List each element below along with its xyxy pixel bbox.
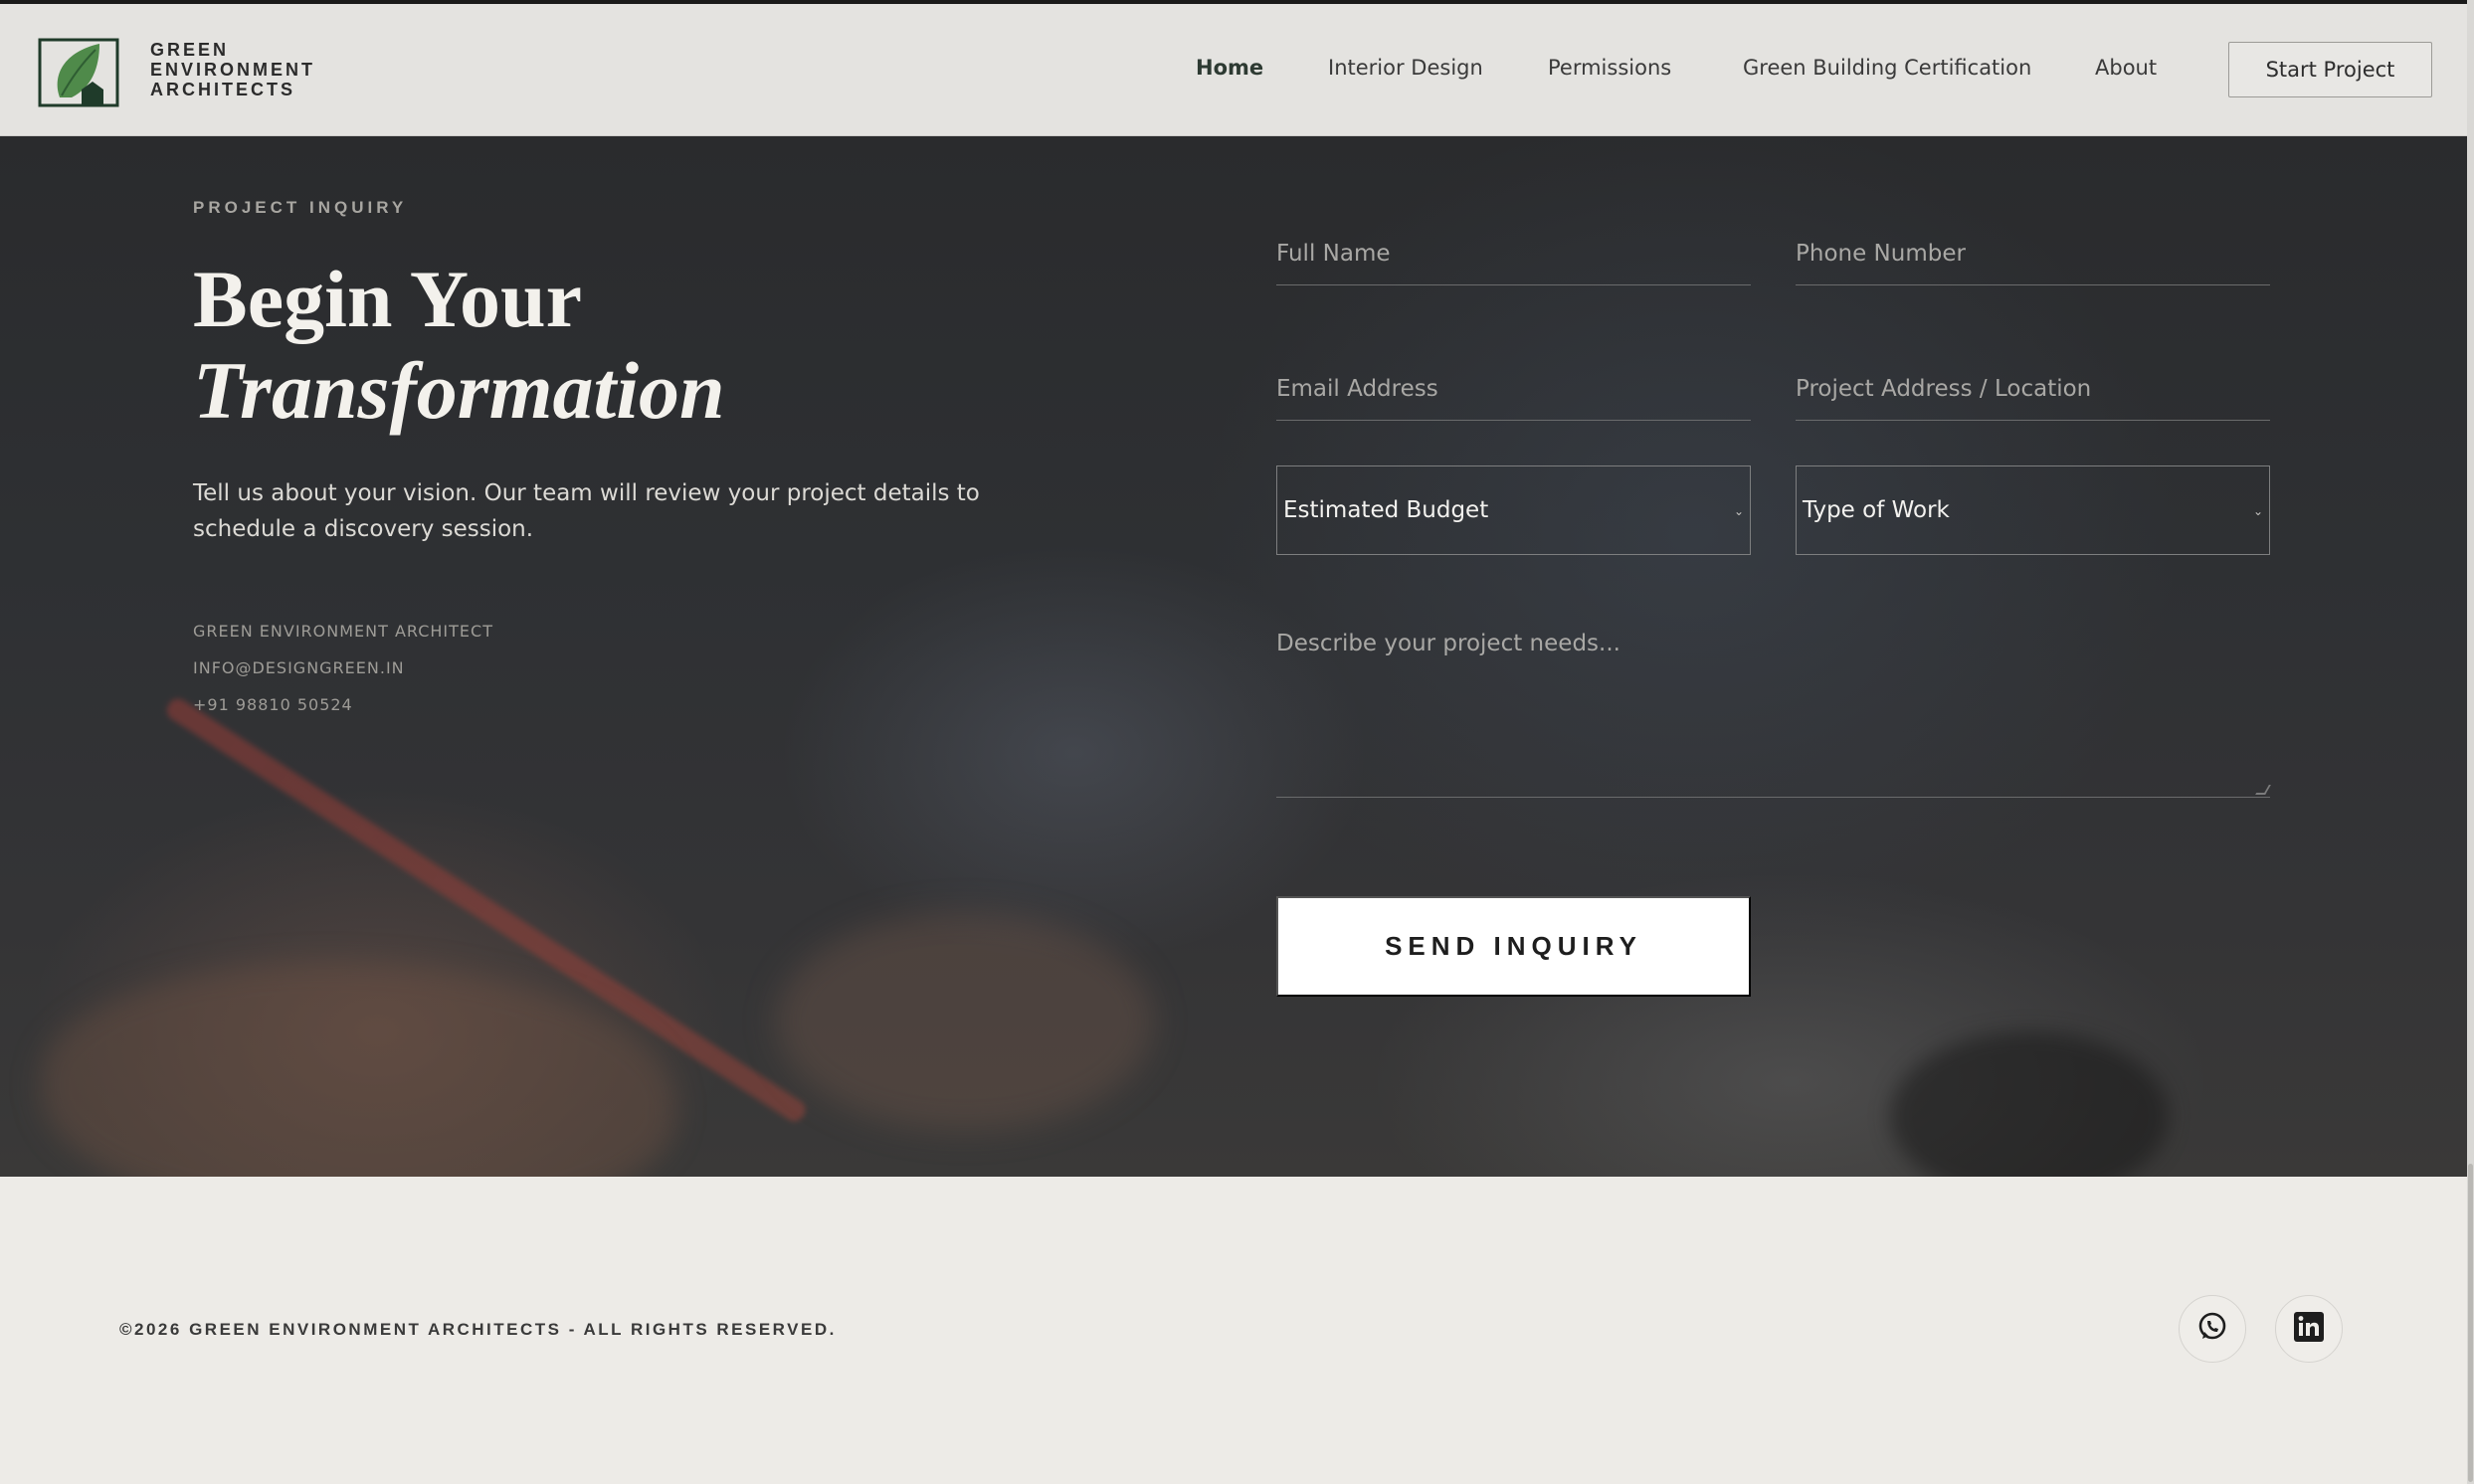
background-photo-hand [40, 962, 676, 1177]
phone-field [1796, 222, 2270, 285]
budget-select[interactable]: Estimated Budget ⌄ [1276, 465, 1751, 555]
email-field [1276, 357, 1751, 421]
address-input[interactable] [1796, 357, 2270, 420]
contact-company: GREEN ENVIRONMENT ARCHITECT [193, 622, 493, 641]
site-header: GREEN ENVIRONMENT ARCHITECTS Home Interi… [0, 4, 2467, 136]
chevron-down-icon: ⌄ [1733, 504, 1744, 518]
brand-wordmark[interactable]: GREEN ENVIRONMENT ARCHITECTS [150, 40, 315, 99]
site-footer: ©2026 GREEN ENVIRONMENT ARCHITECTS - ALL… [0, 1177, 2467, 1484]
whatsapp-button[interactable] [2179, 1295, 2246, 1363]
email-input[interactable] [1276, 357, 1751, 420]
nav-about[interactable]: About [2095, 56, 2157, 80]
budget-select-value: Estimated Budget [1283, 497, 1489, 523]
title-line: Begin Your [193, 254, 583, 344]
background-photo-hand [776, 912, 1154, 1131]
full-name-field [1276, 222, 1751, 285]
full-name-input[interactable] [1276, 222, 1751, 284]
work-type-select[interactable]: Type of Work ⌄ [1796, 465, 2270, 555]
contact-phone-link[interactable]: +91 98810 50524 [193, 695, 353, 714]
description-textarea[interactable] [1276, 629, 2270, 797]
work-type-select-value: Type of Work [1803, 497, 1950, 523]
copyright-text: ©2026 GREEN ENVIRONMENT ARCHITECTS - ALL… [119, 1320, 837, 1339]
whatsapp-icon [2196, 1311, 2228, 1348]
brand-line: ARCHITECTS [150, 80, 295, 99]
nav-green-building-certification[interactable]: Green Building Certification [1743, 56, 2031, 80]
nav-interior-design[interactable]: Interior Design [1328, 56, 1483, 80]
inquiry-section: PROJECT INQUIRY Begin Your Transformatio… [0, 136, 2467, 1177]
contact-email-link[interactable]: INFO@DESIGNGREEN.IN [193, 658, 405, 677]
brand-line: ENVIRONMENT [150, 60, 316, 80]
nav-permissions[interactable]: Permissions [1548, 56, 1671, 80]
scrollbar-thumb[interactable] [2468, 1164, 2473, 1482]
address-field [1796, 357, 2270, 421]
brand-line: GREEN [150, 40, 230, 60]
phone-input[interactable] [1796, 222, 2270, 284]
background-photo-object [1890, 1031, 2169, 1177]
description-field [1276, 629, 2271, 798]
nav-home[interactable]: Home [1196, 56, 1263, 80]
chevron-down-icon: ⌄ [2252, 504, 2263, 518]
linkedin-button[interactable] [2275, 1295, 2343, 1363]
title-line-italic: Transformation [193, 345, 725, 436]
linkedin-icon [2293, 1311, 2325, 1348]
section-description: Tell us about your vision. Our team will… [193, 480, 980, 542]
send-inquiry-button[interactable]: SEND INQUIRY [1276, 896, 1751, 997]
start-project-button[interactable]: Start Project [2228, 42, 2432, 97]
logo-icon[interactable] [38, 38, 121, 109]
section-eyebrow: PROJECT INQUIRY [193, 198, 408, 217]
section-title: Begin Your Transformation [193, 254, 725, 437]
